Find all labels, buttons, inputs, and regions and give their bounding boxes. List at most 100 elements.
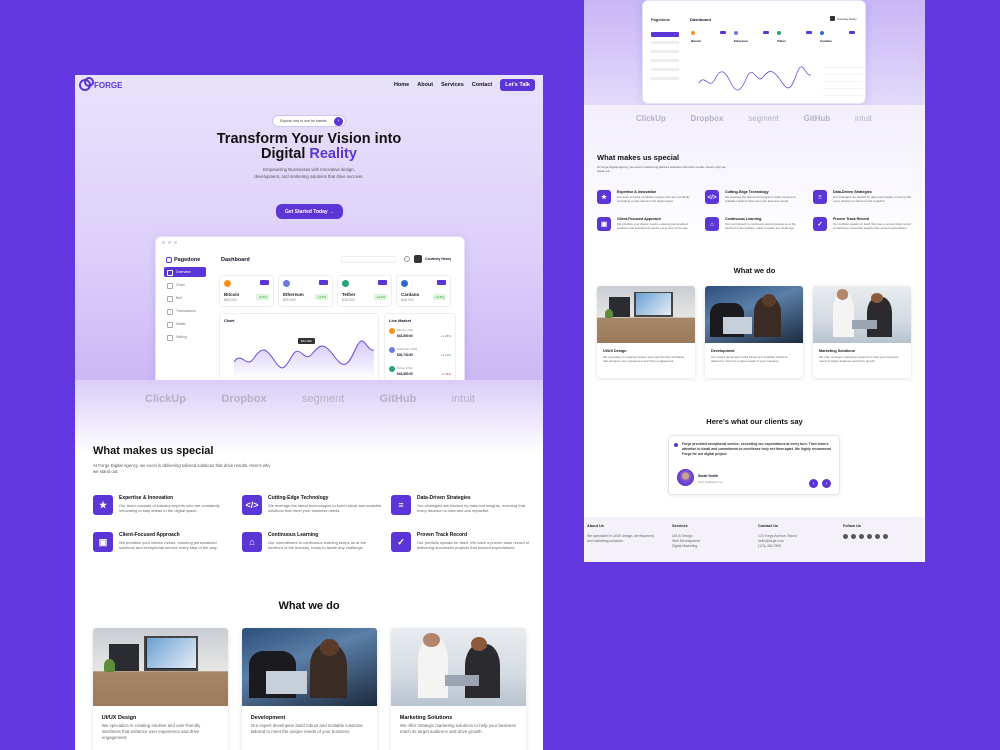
coin-icon	[224, 280, 231, 287]
sidebar-item-chart[interactable]: Chart	[164, 280, 206, 290]
pagedone-logo-icon	[166, 257, 172, 263]
ticker-card: Cardano	[818, 29, 858, 49]
hero-subtitle: Empowering Businesses with Innovative de…	[254, 167, 364, 179]
next-arrow-button[interactable]: ›	[822, 479, 831, 488]
feature-icon: ▣	[597, 217, 611, 231]
feature-text: Cutting-Edge Technology We leverage the l…	[268, 495, 382, 515]
hero-title-line-1: Transform Your Vision into	[216, 131, 402, 147]
sidebar-item-setting[interactable]: Setting	[164, 332, 206, 342]
market-name: Tether USD	[397, 366, 413, 370]
bell-icon[interactable]	[404, 256, 410, 262]
dashboard-mockup: Pagedone Dashboard Courtney Henry Overvi…	[155, 236, 465, 386]
facebook-icon[interactable]	[843, 533, 848, 539]
feature-title: Data-Driven Strategies	[833, 190, 872, 194]
coin-icon	[734, 31, 738, 35]
youtube-icon[interactable]	[875, 533, 880, 539]
forge-logo-icon	[79, 77, 94, 91]
feature-icon: ⌂	[705, 217, 719, 231]
announcement-pill[interactable]: Explore how to use for brands ›	[272, 115, 346, 127]
arrow-right-icon: ›	[334, 116, 343, 126]
footer-services-heading: Services	[672, 524, 688, 528]
intuit-logo: intuit	[451, 393, 475, 405]
sidebar-item-bell[interactable]: Bell	[164, 293, 206, 303]
dribbble-icon[interactable]	[883, 533, 888, 539]
market-price: $43,890.00	[397, 372, 413, 376]
brand-logo[interactable]: FORGE	[79, 77, 122, 91]
footer-about-text: We specialize in UI/UX design, developme…	[587, 533, 655, 543]
nav-link-contact[interactable]: Contact	[472, 82, 492, 88]
feature-text: Proven Track Record Our portfolio speaks …	[417, 532, 531, 552]
feature-icon: ★	[597, 190, 611, 204]
coin-icon	[691, 31, 695, 35]
hero-title-highlight: Reality	[309, 146, 357, 163]
feature-title: Cutting-Edge Technology	[268, 495, 329, 501]
ticker-action-button	[763, 31, 769, 34]
ticker-card[interactable]: Tether $28,000 +3.2%	[337, 275, 392, 307]
feature-icon: </>	[242, 495, 262, 515]
feature-icon: ▣	[93, 532, 113, 552]
service-card[interactable]: UI/UX Design We specialize in creating in…	[93, 628, 228, 750]
clickup-logo: ClickUp	[145, 393, 186, 405]
service-card[interactable]: UI/UX Design We specialize in creating in…	[597, 286, 695, 378]
ticker-card[interactable]: Cardano $45,000 +2.8%	[396, 275, 451, 307]
dash-search-input[interactable]	[341, 256, 396, 263]
service-description: Our expert developers build robust and s…	[711, 355, 788, 364]
feature-text: Client-Focused Approach We prioritize you…	[119, 532, 233, 552]
footer-about-heading: About Us	[587, 524, 604, 528]
segment-logo: segment	[302, 393, 345, 405]
feature-text: Expertise & Innovation Our team consists …	[617, 190, 697, 204]
feature-item: ▣ Client-Focused Approach We prioritize yo…	[597, 217, 697, 231]
ticker-name: Bitcoin	[691, 39, 702, 43]
feature-title: Expertise & Innovation	[617, 190, 657, 194]
instagram-icon[interactable]	[859, 533, 864, 539]
service-image	[391, 628, 526, 706]
service-card[interactable]: Development Our expert developers build r…	[705, 286, 803, 378]
ticker-action-button[interactable]	[260, 280, 269, 285]
footer-follow: Follow Us	[843, 524, 888, 539]
ticker-card: Ethereum	[732, 29, 772, 49]
ticker-name: Cardano	[820, 39, 833, 43]
prev-arrow-button[interactable]: ‹	[809, 479, 818, 488]
main-nav: Home About Services Contact Let's Talk	[394, 79, 535, 91]
testimonials-title: Here's what our clients say	[706, 417, 803, 426]
service-title: Development	[711, 349, 735, 353]
footer-link[interactable]: Digital Marketing	[672, 544, 700, 549]
avatar[interactable]	[414, 255, 422, 263]
x-icon[interactable]	[851, 533, 856, 539]
announcement-text: Explore how to use for brands	[280, 119, 327, 123]
avatar	[677, 469, 694, 486]
ticker-action-button[interactable]	[437, 280, 446, 285]
feature-description: Our commitment to continuous learning ke…	[268, 540, 367, 551]
feature-text: Continuous Learning Our commitment to con…	[725, 217, 805, 231]
coin-icon	[777, 31, 781, 35]
nav-link-about[interactable]: About	[417, 82, 433, 88]
service-image	[597, 286, 695, 343]
linkedin-icon[interactable]	[867, 533, 872, 539]
market-name: Bitcoin USD	[397, 328, 414, 332]
service-card[interactable]: Development Our expert developers build r…	[242, 628, 377, 750]
ticker-card[interactable]: Ethereum $25,000 +4.6%	[278, 275, 333, 307]
sidebar-item-overview[interactable]: Overview	[164, 267, 206, 277]
get-started-button[interactable]: Get Started Today →	[276, 204, 343, 219]
feature-item: ★ Expertise & Innovation Our team consists…	[93, 495, 233, 515]
sidebar-item-wallet[interactable]: Wallet	[164, 319, 206, 329]
what-we-do-title: What we do	[278, 600, 340, 612]
ticker-value: $25,000	[283, 298, 296, 302]
ticker-name: Ethereum	[734, 39, 748, 43]
ticker-card[interactable]: Bitcoin $89,000 +5.6%	[219, 275, 274, 307]
ticker-action-button[interactable]	[378, 280, 387, 285]
service-card[interactable]: Marketing Solutions We offer strategic ma…	[391, 628, 526, 750]
window-dots	[162, 241, 177, 244]
feature-text: Expertise & Innovation Our team consists …	[119, 495, 233, 515]
feature-text: Proven Track Record Our portfolio speaks …	[833, 217, 913, 231]
ticker-action-button[interactable]	[319, 280, 328, 285]
nav-link-services[interactable]: Services	[441, 82, 464, 88]
lets-talk-button[interactable]: Let's Talk	[500, 79, 535, 91]
coin-icon	[401, 280, 408, 287]
service-card[interactable]: Marketing Solutions We offer strategic ma…	[813, 286, 911, 378]
sidebar-item-transactions[interactable]: Transactions	[164, 306, 206, 316]
arrow-right-icon: →	[329, 208, 335, 215]
chart-card: Chart $42,300	[219, 313, 379, 385]
nav-link-home[interactable]: Home	[394, 82, 409, 88]
service-image	[242, 628, 377, 706]
